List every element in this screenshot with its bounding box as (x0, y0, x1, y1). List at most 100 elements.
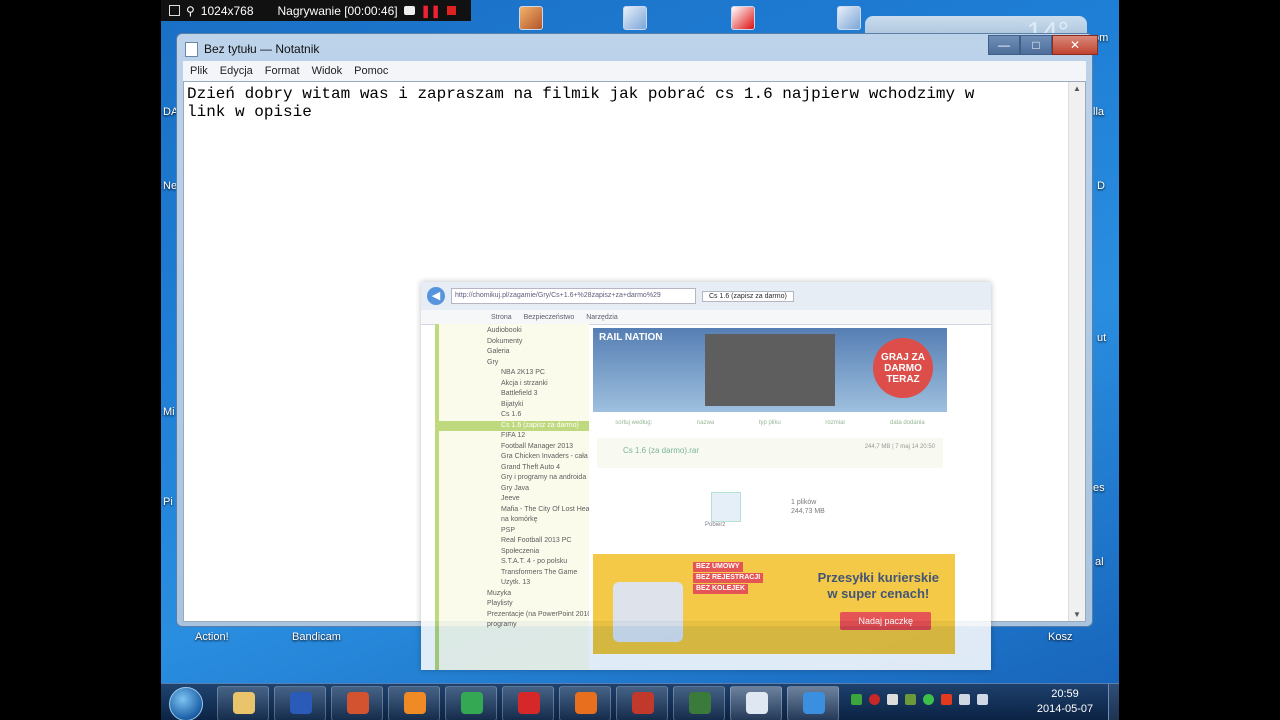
firefox-icon (575, 692, 597, 714)
bandicam-icon (632, 692, 654, 714)
sort-tab: typ pliku (758, 420, 781, 426)
taskbar-internet-explorer[interactable] (787, 686, 839, 720)
courier-ad: BEZ UMOWY BEZ REJESTRACJI BEZ KOLEJEK Pr… (593, 554, 955, 654)
menu-help[interactable]: Pomoc (354, 65, 388, 77)
camera-icon[interactable] (403, 6, 415, 15)
desktop-label-fragment: lla (1093, 106, 1105, 118)
desktop-label-fragment: Mi (163, 406, 175, 418)
vertical-scrollbar[interactable]: ▲ ▼ (1068, 82, 1085, 621)
tree-item: Bijatyki (501, 400, 524, 408)
explorer-icon (233, 692, 255, 714)
browser-chrome: ◀ http://chomikuj.pl/zagamie/Gry/Cs+1.6+… (421, 282, 991, 310)
desktop-shortcut-icon[interactable] (837, 6, 861, 30)
menu-file[interactable]: Plik (190, 65, 208, 77)
desktop-icon-action[interactable]: Action! (195, 631, 229, 643)
recorder-bar[interactable]: ⚲ 1024x768 Nagrywanie [00:00:46] ❚❚ (161, 0, 471, 21)
search-icon[interactable]: ⚲ (186, 4, 195, 18)
tree-item: Transformers The Game (501, 568, 578, 576)
menu-format[interactable]: Format (265, 65, 300, 77)
network-icon[interactable] (959, 694, 970, 705)
tray-icon[interactable] (941, 694, 952, 705)
window-icon[interactable] (169, 5, 180, 16)
tree-item: S.T.A.T. 4 - po polsku (501, 558, 568, 565)
tree-item: Real Football 2013 PC (501, 537, 572, 544)
scroll-down-icon[interactable]: ▼ (1073, 610, 1081, 619)
file-name: Cs 1.6 (za darmo).rar (623, 446, 700, 455)
taskbar-monitor[interactable] (673, 686, 725, 720)
embedded-browser-screenshot: ◀ http://chomikuj.pl/zagamie/Gry/Cs+1.6+… (421, 282, 991, 670)
tray-icon[interactable] (869, 694, 880, 705)
toolbar-item: Bezpieczeństwo (523, 313, 575, 321)
desktop-label-fragment: D (1097, 180, 1105, 192)
tree-item: Uzytk. 13 (501, 579, 531, 586)
taskbar-chrome[interactable] (445, 686, 497, 720)
notepad-icon (185, 41, 198, 57)
desktop-shortcut-icon[interactable] (623, 6, 647, 30)
taskbar: 20:59 2014-05-07 (161, 683, 1119, 720)
tray-icon[interactable] (905, 694, 916, 705)
desktop-icon-bandicam[interactable]: Bandicam (292, 631, 341, 643)
browser-toolbar: Strona Bezpieczeństwo Narzędzia (421, 310, 991, 325)
taskbar-explorer[interactable] (217, 686, 269, 720)
volume-icon[interactable] (977, 694, 988, 705)
scroll-up-icon[interactable]: ▲ (1073, 84, 1081, 93)
parcel-icon (613, 582, 683, 642)
taskbar-bandicam[interactable] (616, 686, 668, 720)
desktop-label-fragment: Pi (163, 496, 173, 508)
banner-badge: GRAJ ZA DARMO TERAZ (873, 338, 933, 398)
ad-tag: BEZ UMOWY (693, 562, 743, 572)
editor-content[interactable]: Dzień dobry witam was i zapraszam na fil… (187, 85, 1067, 121)
tray-icon[interactable] (851, 694, 862, 705)
tree-item: Dokumenty (487, 337, 523, 345)
start-button[interactable] (169, 687, 203, 720)
taskbar-opera[interactable] (502, 686, 554, 720)
tree-item: Gry Java (501, 484, 530, 492)
ad-tag: BEZ KOLEJEK (693, 584, 749, 594)
taskbar-media-player[interactable] (388, 686, 440, 720)
taskbar-word[interactable] (274, 686, 326, 720)
tree-item: na komórkę (501, 516, 538, 523)
download-label: Pobierz (705, 522, 726, 528)
system-clock[interactable]: 20:59 2014-05-07 (1035, 687, 1095, 717)
tree-item: Football Manager 2013 (501, 442, 573, 450)
tree-item: Grand Theft Auto 4 (501, 463, 561, 471)
pause-icon[interactable]: ❚❚ (421, 4, 441, 18)
powerpoint-icon (347, 692, 369, 714)
sort-tab: rozmiar (825, 420, 846, 426)
close-button[interactable]: ✕ (1052, 35, 1098, 55)
tree-item: Gry (487, 358, 499, 366)
tree-item: Cs 1.6 (501, 411, 522, 418)
pdf-shortcut-icon[interactable] (731, 6, 755, 30)
tree-item: Audiobooki (487, 327, 522, 334)
show-desktop-button[interactable] (1108, 684, 1119, 720)
tree-item: Prezentacje (na PowerPoint 2010) (487, 610, 589, 618)
tree-item: Muzyka (487, 589, 512, 597)
resolution-label: 1024x768 (200, 3, 254, 18)
tree-item: Battlefield 3 (501, 390, 538, 397)
tray-icon[interactable] (923, 694, 934, 705)
menu-view[interactable]: Widok (312, 65, 343, 77)
taskbar-firefox[interactable] (559, 686, 611, 720)
flag-icon[interactable] (887, 694, 898, 705)
browser-tab: Cs 1.6 (zapisz za darmo) (702, 290, 794, 302)
toolbar-item: Narzędzia (586, 313, 618, 321)
tree-item: FIFA 12 (501, 432, 526, 439)
download-icon (711, 492, 741, 522)
minimize-button[interactable]: — (988, 35, 1020, 55)
desktop-label-fragment: Ne (163, 180, 178, 192)
system-tray (851, 694, 988, 705)
menu-edit[interactable]: Edycja (220, 65, 253, 77)
desktop-label-fragment: al (1095, 556, 1104, 568)
taskbar-powerpoint[interactable] (331, 686, 383, 720)
file-count: 1 plików 244,73 MB (791, 499, 825, 515)
window-title: Bez tytułu — Notatnik (204, 42, 320, 56)
notepad-titlebar[interactable]: Bez tytułu — Notatnik (185, 40, 319, 58)
maximize-button[interactable]: □ (1020, 35, 1052, 55)
tree-item: PSP (501, 526, 516, 534)
taskbar-notepad[interactable] (730, 686, 782, 720)
banner-video (705, 334, 835, 406)
file-row: Cs 1.6 (za darmo).rar 244,7 MB | 7 maj 1… (597, 438, 943, 468)
desktop-shortcut-icon[interactable] (519, 6, 543, 30)
stop-icon[interactable] (446, 6, 456, 15)
desktop-icon-trash[interactable]: Kosz (1048, 631, 1072, 643)
